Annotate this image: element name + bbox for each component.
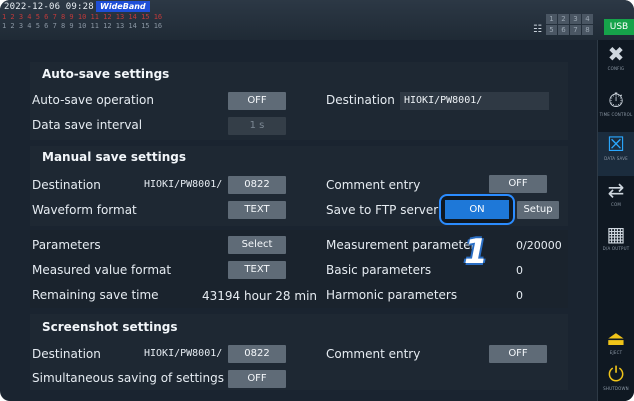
ftp-setup-button[interactable]: Setup [517, 201, 559, 219]
manual-destination-folder-button[interactable]: 0822 [228, 176, 286, 194]
sidebar-item-time-control[interactable]: ⏱ TIME CONTROL [598, 88, 634, 132]
waveform-format-button[interactable]: TEXT [228, 201, 286, 219]
measured-value-format-label: Measured value format [32, 263, 172, 277]
channel-indicator-row: 1 2 3 4 5 6 7 8 9 10 11 12 13 14 15 16 [2, 22, 163, 30]
network-icon: ☷ [533, 24, 542, 35]
auto-save-operation-button[interactable]: OFF [228, 92, 286, 110]
channel-grid-indicator: 1 2 3 4 5 6 7 8 [546, 14, 593, 35]
section-title: Manual save settings [42, 150, 187, 164]
sidebar-item-label: EJECT [609, 350, 623, 355]
auto-save-panel: Auto-save settings Auto-save operation O… [30, 62, 568, 140]
sidebar-item-label: DATA SAVE [604, 156, 628, 161]
waveform-format-label: Waveform format [32, 203, 137, 217]
screenshot-comment-entry-button[interactable]: OFF [489, 345, 547, 363]
indicator-cell: 2 [558, 14, 569, 24]
auto-save-destination-label: Destination [326, 93, 395, 107]
wideband-badge: WideBand [96, 1, 150, 12]
sidebar-item-com[interactable]: ⇄ COM [598, 178, 634, 222]
indicator-cell: 3 [570, 14, 581, 24]
auto-save-operation-label: Auto-save operation [32, 93, 154, 107]
harmonic-parameters-label: Harmonic parameters [326, 288, 458, 302]
simultaneous-saving-label: Simultaneous saving of settings [32, 371, 224, 385]
wrench-screwdriver-icon: ✖ [607, 42, 625, 66]
sidebar-item-label: SHUTDOWN [603, 386, 629, 391]
screenshot-comment-entry-label: Comment entry [326, 347, 421, 361]
indicator-cell: 4 [582, 14, 593, 24]
screenshot-destination-path: HIOKI/PW8001/ [144, 348, 223, 359]
data-save-icon: ☒ [607, 132, 625, 156]
basic-parameters-label: Basic parameters [326, 263, 432, 277]
indicator-cell: 5 [546, 25, 557, 35]
instrument-screen: 2022-12-06 09:28:14 WideBand 1 2 3 4 5 6… [0, 0, 634, 401]
indicator-cell: 7 [570, 25, 581, 35]
screenshot-destination-label: Destination [32, 347, 101, 361]
remaining-save-time-value: 43194 hour 28 min [202, 289, 318, 303]
sidebar-item-label: D/A OUTPUT [602, 246, 630, 251]
status-bar: 2022-12-06 09:28:14 WideBand 1 2 3 4 5 6… [0, 0, 634, 40]
com-icon: ⇄ [607, 178, 625, 202]
indicator-cell: 1 [546, 14, 557, 24]
screenshot-destination-folder-button[interactable]: 0822 [228, 345, 286, 363]
section-title: Auto-save settings [42, 67, 170, 81]
parameters-label: Parameters [32, 238, 101, 252]
eject-icon: ⏏ [606, 326, 626, 350]
ftp-server-label: Save to FTP server [326, 203, 439, 217]
parameters-select-button[interactable]: Select [228, 236, 286, 254]
sidebar-item-label: TIME CONTROL [599, 112, 633, 117]
ftp-server-on-button[interactable]: ON [445, 200, 509, 219]
stopwatch-icon: ⏱ [608, 88, 624, 112]
callout-number: 1 [464, 232, 488, 272]
basic-parameters-count: 0 [516, 264, 523, 277]
sidebar-item-shutdown[interactable]: ⏻ SHUTDOWN [598, 362, 634, 401]
ftp-server-toggle-highlight: ON [439, 194, 515, 225]
data-save-interval-button[interactable]: 1 s [228, 117, 286, 135]
harmonic-parameters-count: 0 [516, 289, 523, 302]
manual-destination-path: HIOKI/PW8001/ [144, 179, 223, 190]
sidebar-item-da-output[interactable]: ▦ D/A OUTPUT [598, 222, 634, 266]
simultaneous-saving-button[interactable]: OFF [228, 370, 286, 388]
sidebar-item-label: CONFIG [607, 66, 625, 71]
section-title: Screenshot settings [42, 320, 178, 334]
usb-status-badge: USB [604, 19, 634, 35]
sidebar-item-data-save[interactable]: ☒ DATA SAVE [598, 132, 634, 176]
sidebar: ✖ CONFIG ⏱ TIME CONTROL ☒ DATA SAVE ⇄ CO… [597, 40, 634, 401]
sidebar-item-label: COM [611, 202, 621, 207]
manual-destination-label: Destination [32, 178, 101, 192]
shutdown-icon: ⏻ [608, 362, 624, 386]
channel-indicator-row: 1 2 3 4 5 6 7 8 9 10 11 12 13 14 15 16 [2, 13, 163, 21]
indicator-cell: 6 [558, 25, 569, 35]
sidebar-item-config[interactable]: ✖ CONFIG [598, 42, 634, 86]
manual-comment-entry-label: Comment entry [326, 178, 421, 192]
manual-comment-entry-button[interactable]: OFF [489, 175, 547, 193]
auto-save-destination-field[interactable]: HIOKI/PW8001/ [400, 92, 549, 110]
da-output-icon: ▦ [606, 222, 626, 246]
measurement-parameters-count: 0/20000 [516, 239, 562, 252]
remaining-save-time-label: Remaining save time [32, 288, 159, 302]
measurement-parameters-label: Measurement parameters [326, 238, 482, 252]
indicator-cell: 8 [582, 25, 593, 35]
data-save-interval-label: Data save interval [32, 118, 143, 132]
datetime-readout: 2022-12-06 09:28:14 [4, 2, 111, 12]
screenshot-panel: Screenshot settings Destination HIOKI/PW… [30, 314, 568, 390]
measured-value-format-button[interactable]: TEXT [228, 261, 286, 279]
